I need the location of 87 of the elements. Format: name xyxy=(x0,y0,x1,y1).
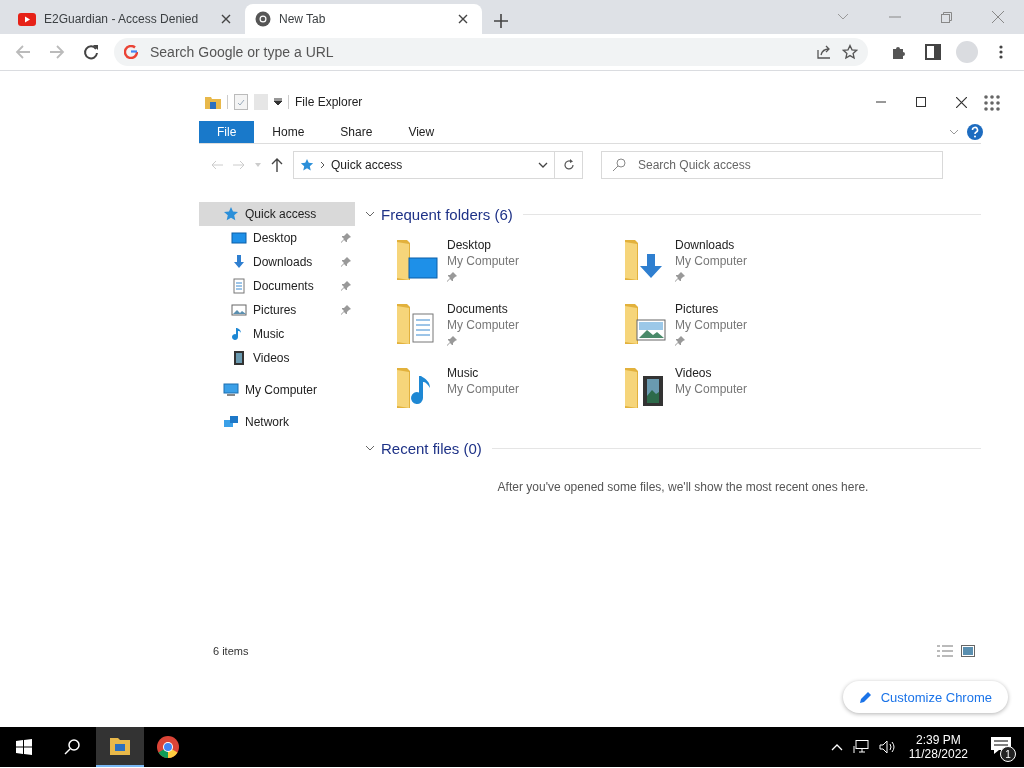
nav-pane-item[interactable]: Music xyxy=(199,322,355,346)
address-field[interactable]: Quick access xyxy=(293,151,555,179)
documents-icon xyxy=(231,278,247,294)
folder-icon xyxy=(109,736,131,756)
ribbon-tab[interactable]: Home xyxy=(254,121,323,143)
folder-tile[interactable]: Pictures My Computer xyxy=(623,298,851,362)
star-icon[interactable] xyxy=(842,44,858,60)
item-count: 6 items xyxy=(213,645,249,657)
folder-location: My Computer xyxy=(675,382,748,396)
section-heading: Frequent folders (6) xyxy=(381,205,513,223)
search-icon xyxy=(64,739,80,755)
downloads-icon xyxy=(231,254,247,270)
dropdown-icon[interactable] xyxy=(538,162,548,168)
expand-ribbon-icon[interactable] xyxy=(949,129,959,135)
folder-tile[interactable]: Music My Computer xyxy=(395,362,623,426)
desktop-icon xyxy=(231,230,247,246)
collapse-icon[interactable] xyxy=(365,445,375,451)
search-engine-logo-icon xyxy=(124,45,138,59)
section-heading: Recent files (0) xyxy=(381,439,482,457)
maximize-icon[interactable] xyxy=(916,97,926,107)
help-icon[interactable] xyxy=(967,124,983,140)
videos-icon xyxy=(231,350,247,366)
speaker-icon[interactable] xyxy=(878,740,895,754)
windows-logo-icon xyxy=(16,739,32,755)
nav-pane-item[interactable]: Network xyxy=(199,410,355,434)
pictures-icon xyxy=(231,302,247,318)
folder-tile[interactable]: Videos My Computer xyxy=(623,362,851,426)
folder-name: Desktop xyxy=(447,238,493,252)
folder-name: Music xyxy=(447,366,480,380)
taskbar-app[interactable] xyxy=(96,727,144,767)
folder-name: Videos xyxy=(675,366,713,380)
new-tab-icon[interactable] xyxy=(494,14,508,28)
restore-icon[interactable] xyxy=(941,11,952,23)
close-icon[interactable] xyxy=(458,14,468,24)
folder-location: My Computer xyxy=(675,318,748,332)
refresh-icon xyxy=(562,159,575,171)
address-input[interactable]: Search Google or type a URL xyxy=(148,43,806,61)
empty-message: After you've opened some files, we'll show the most recent ones here. xyxy=(497,480,869,494)
nav-pane-item[interactable]: My Computer xyxy=(199,378,355,402)
ribbon-tab[interactable]: View xyxy=(390,121,453,143)
ribbon-tab[interactable]: File xyxy=(199,121,255,143)
nav-pane-item[interactable]: Pictures xyxy=(199,298,355,322)
clock[interactable]: 2:39 PM 11/28/2022 xyxy=(908,733,968,761)
search-icon xyxy=(612,158,626,172)
computer-icon xyxy=(223,382,239,398)
customize-chrome-button[interactable]: Customize Chrome xyxy=(842,681,1008,713)
star-icon xyxy=(300,158,314,172)
nav-pane-item[interactable]: Videos xyxy=(199,346,355,370)
refresh-button[interactable] xyxy=(555,151,583,179)
large-icons-view-icon[interactable] xyxy=(961,645,975,657)
folder-location: My Computer xyxy=(447,382,520,396)
folder-name: Documents xyxy=(447,302,509,316)
browser-tab[interactable]: New Tab xyxy=(245,4,482,34)
folder-tile[interactable]: Downloads My Computer xyxy=(623,234,851,298)
folder-name: Downloads xyxy=(675,238,736,252)
browser-logo-icon xyxy=(157,736,179,758)
browser-tab[interactable]: E2Guardian - Access Denied xyxy=(8,4,245,34)
address-bar[interactable]: Search Google or type a URL xyxy=(114,38,868,66)
star-icon xyxy=(223,206,239,222)
folder-icon[interactable] xyxy=(205,95,221,109)
browser-logo-icon xyxy=(255,11,271,27)
folder-location: My Computer xyxy=(675,254,748,268)
window-title: File Explorer xyxy=(295,95,363,109)
folder-location: My Computer xyxy=(447,318,520,332)
network-icon[interactable] xyxy=(852,740,869,754)
folder-location: My Computer xyxy=(447,254,520,268)
network-icon xyxy=(223,414,239,430)
nav-pane-item[interactable]: Quick access xyxy=(199,202,355,226)
pencil-icon xyxy=(858,690,873,704)
video-logo-icon xyxy=(18,12,36,26)
nav-pane-item[interactable]: Downloads xyxy=(199,250,355,274)
folder-tile[interactable]: Documents My Computer xyxy=(395,298,623,362)
nav-pane-item[interactable]: Desktop xyxy=(199,226,355,250)
up-arrow-icon[interactable] xyxy=(271,158,283,172)
ribbon-tab[interactable]: Share xyxy=(322,121,391,143)
share-icon[interactable] xyxy=(816,44,832,60)
apps-grid-icon[interactable] xyxy=(984,95,1000,111)
chevron-up-icon[interactable] xyxy=(830,743,843,751)
folder-tile[interactable]: Desktop My Computer xyxy=(395,234,623,298)
search-box[interactable]: Search Quick access xyxy=(601,151,943,179)
close-icon[interactable] xyxy=(221,14,231,24)
collapse-icon[interactable] xyxy=(365,211,375,217)
chevron-right-icon xyxy=(320,161,325,169)
close-icon[interactable] xyxy=(956,96,967,108)
folder-name: Pictures xyxy=(675,302,720,316)
nav-pane-item[interactable]: Documents xyxy=(199,274,355,298)
dropdown-icon[interactable] xyxy=(274,98,282,106)
